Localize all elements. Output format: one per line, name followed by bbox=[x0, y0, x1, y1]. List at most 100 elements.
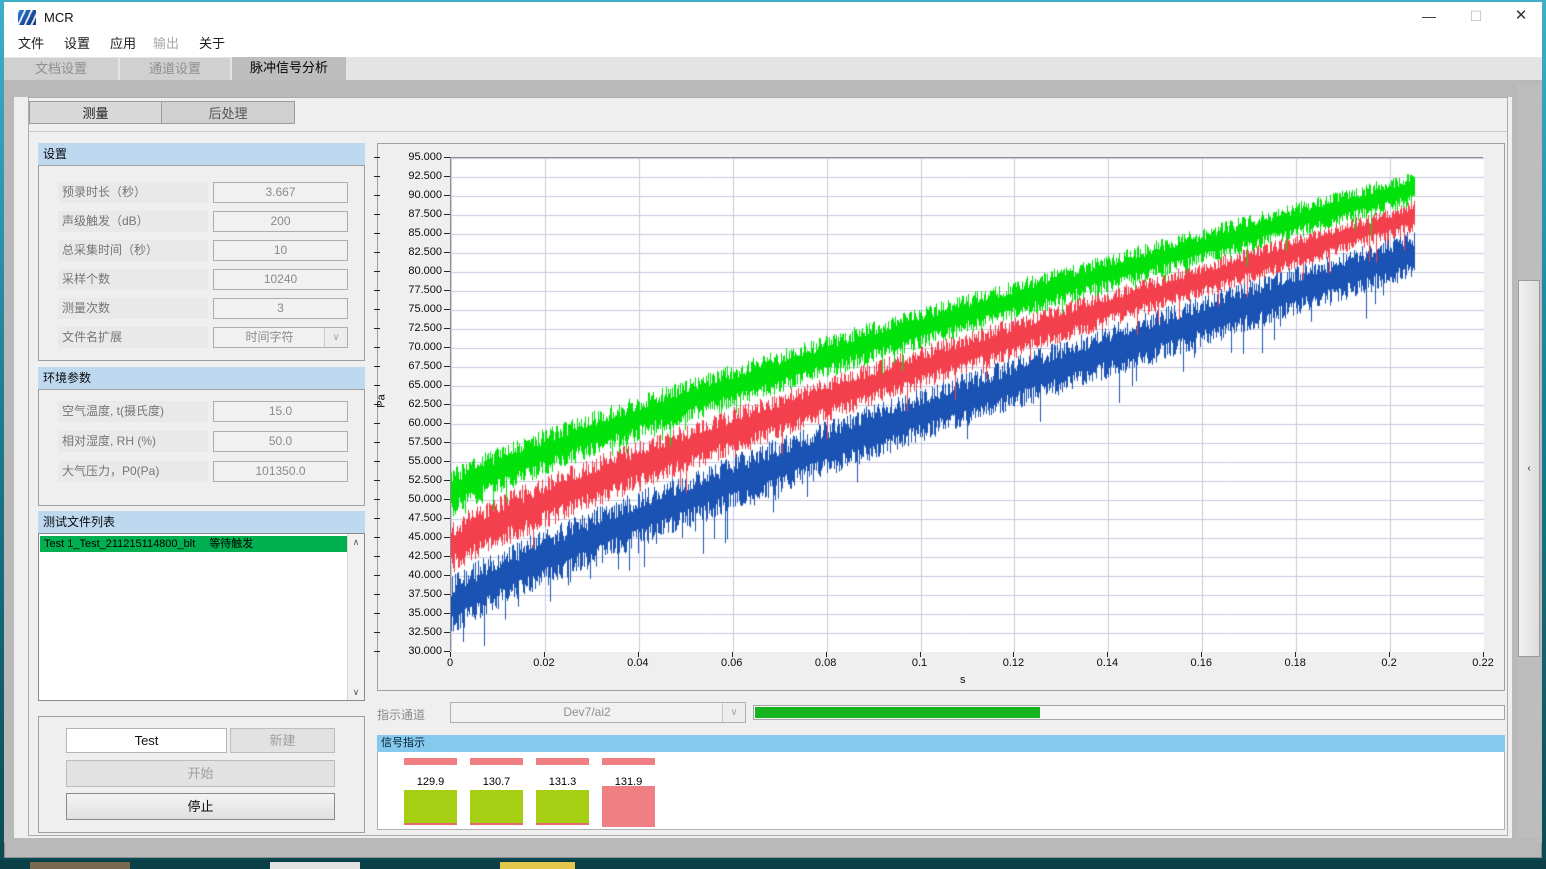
settings-group-header: 设置 bbox=[38, 143, 365, 165]
y-tick-mark bbox=[444, 290, 450, 291]
x-tick-label: 0.16 bbox=[1191, 657, 1212, 669]
close-button[interactable]: ✕ bbox=[1500, 2, 1542, 30]
y-tick-label: 65.000 bbox=[384, 379, 442, 391]
air-temp-field[interactable]: 15.0 bbox=[213, 401, 348, 422]
file-list-header: 测试文件列表 bbox=[38, 511, 365, 533]
desktop: MCR — ☐ ✕ 文件 设置 应用 输出 关于 文档设置 通道设置 脉冲信号分… bbox=[0, 0, 1546, 869]
x-tick-label: 0.22 bbox=[1472, 657, 1493, 669]
x-tick-mark bbox=[1013, 652, 1014, 657]
y-tick-label: 35.000 bbox=[384, 607, 442, 619]
stop-button[interactable]: 停止 bbox=[66, 793, 335, 820]
field-label-total-time: 总采集时间（秒） bbox=[58, 240, 208, 261]
y-tick-mark bbox=[444, 347, 450, 348]
y-tick-mark bbox=[374, 442, 380, 443]
y-tick-label: 50.000 bbox=[384, 493, 442, 505]
signal-value: 129.9 bbox=[404, 776, 457, 788]
y-tick-mark bbox=[374, 328, 380, 329]
y-tick-mark bbox=[444, 480, 450, 481]
y-tick-mark bbox=[444, 176, 450, 177]
menu-file[interactable]: 文件 bbox=[12, 31, 50, 57]
scroll-up-icon[interactable]: ∧ bbox=[348, 534, 364, 550]
x-tick-label: 0.06 bbox=[721, 657, 742, 669]
y-tick-label: 30.000 bbox=[384, 645, 442, 657]
x-tick-label: 0.04 bbox=[627, 657, 648, 669]
sample-count-field[interactable]: 10240 bbox=[213, 269, 348, 290]
measure-times-field[interactable]: 3 bbox=[213, 298, 348, 319]
y-tick-mark bbox=[444, 385, 450, 386]
test-file-list[interactable]: Test 1_Test_211215114800_blt等待触发 ∧ ∨ bbox=[38, 533, 365, 701]
y-tick-label: 72.500 bbox=[384, 322, 442, 334]
tab-channel-settings[interactable]: 通道设置 bbox=[120, 58, 230, 80]
y-tick-mark bbox=[374, 347, 380, 348]
y-tick-mark bbox=[374, 366, 380, 367]
chevron-down-icon[interactable]: ∨ bbox=[722, 703, 745, 722]
list-item-selected[interactable]: Test 1_Test_211215114800_blt等待触发 bbox=[40, 536, 347, 552]
y-tick-mark bbox=[444, 594, 450, 595]
signal-level-block bbox=[470, 790, 523, 825]
x-tick-mark bbox=[1483, 652, 1484, 657]
y-tick-label: 40.000 bbox=[384, 569, 442, 581]
y-tick-label: 70.000 bbox=[384, 341, 442, 353]
y-tick-mark bbox=[374, 632, 380, 633]
x-axis-title: s bbox=[960, 674, 966, 686]
taskbar-icon bbox=[30, 862, 130, 869]
total-time-field[interactable]: 10 bbox=[213, 240, 348, 261]
menu-settings[interactable]: 设置 bbox=[58, 31, 96, 57]
right-scrollbar-thumb[interactable]: ‹ bbox=[1518, 280, 1540, 657]
field-label-filename-ext: 文件名扩展 bbox=[58, 327, 208, 348]
y-tick-mark bbox=[374, 537, 380, 538]
y-tick-mark bbox=[374, 404, 380, 405]
y-tick-mark bbox=[374, 575, 380, 576]
maximize-button[interactable]: ☐ bbox=[1455, 2, 1497, 30]
tab-document-settings[interactable]: 文档设置 bbox=[4, 58, 118, 80]
y-tick-label: 85.000 bbox=[384, 227, 442, 239]
x-tick-label: 0.2 bbox=[1381, 657, 1396, 669]
y-tick-mark bbox=[444, 366, 450, 367]
trigger-level-field[interactable]: 200 bbox=[213, 211, 348, 232]
taskbar-icon bbox=[270, 862, 360, 869]
y-tick-mark bbox=[444, 271, 450, 272]
signal-limit-bar bbox=[404, 758, 457, 765]
list-scrollbar[interactable]: ∧ ∨ bbox=[347, 534, 364, 700]
filename-ext-dropdown[interactable]: 时间字符 ∨ bbox=[213, 327, 348, 348]
tab-pulse-signal-analysis[interactable]: 脉冲信号分析 bbox=[232, 57, 346, 80]
filename-ext-value: 时间字符 bbox=[214, 328, 325, 347]
chevron-down-icon[interactable]: ∨ bbox=[324, 328, 347, 347]
indicator-channel-dropdown[interactable]: Dev7/ai2 ∨ bbox=[450, 702, 746, 723]
y-tick-label: 32.500 bbox=[384, 626, 442, 638]
x-tick-mark bbox=[638, 652, 639, 657]
menu-about[interactable]: 关于 bbox=[193, 31, 231, 57]
y-tick-mark bbox=[374, 176, 380, 177]
y-tick-label: 47.500 bbox=[384, 512, 442, 524]
y-tick-mark bbox=[374, 480, 380, 481]
pressure-field[interactable]: 101350.0 bbox=[213, 461, 348, 482]
field-label-humidity: 相对湿度, RH (%) bbox=[58, 431, 208, 452]
scroll-down-icon[interactable]: ∨ bbox=[348, 684, 364, 700]
y-tick-mark bbox=[374, 157, 380, 158]
humidity-field[interactable]: 50.0 bbox=[213, 431, 348, 452]
y-tick-mark bbox=[374, 195, 380, 196]
y-tick-mark bbox=[444, 613, 450, 614]
y-tick-mark bbox=[444, 404, 450, 405]
divider bbox=[29, 131, 1507, 132]
field-label-sample-count: 采样个数 bbox=[58, 269, 208, 290]
start-button: 开始 bbox=[66, 760, 335, 787]
subtab-postprocess[interactable]: 后处理 bbox=[161, 101, 295, 124]
y-tick-mark bbox=[374, 556, 380, 557]
y-tick-mark bbox=[444, 575, 450, 576]
y-tick-label: 92.500 bbox=[384, 170, 442, 182]
signal-limit-bar bbox=[602, 758, 655, 765]
menu-apply[interactable]: 应用 bbox=[104, 31, 142, 57]
taskbar-icon bbox=[500, 862, 575, 869]
prerecord-duration-field[interactable]: 3.667 bbox=[213, 182, 348, 203]
minimize-button[interactable]: — bbox=[1408, 2, 1450, 30]
y-tick-mark bbox=[444, 537, 450, 538]
y-tick-mark bbox=[444, 518, 450, 519]
y-tick-label: 37.500 bbox=[384, 588, 442, 600]
test-name-field[interactable]: Test bbox=[66, 728, 227, 753]
y-tick-mark bbox=[374, 290, 380, 291]
y-tick-label: 87.500 bbox=[384, 208, 442, 220]
y-tick-label: 57.500 bbox=[384, 436, 442, 448]
subtab-measure[interactable]: 测量 bbox=[29, 101, 162, 124]
signal-limit-bar bbox=[536, 758, 589, 765]
